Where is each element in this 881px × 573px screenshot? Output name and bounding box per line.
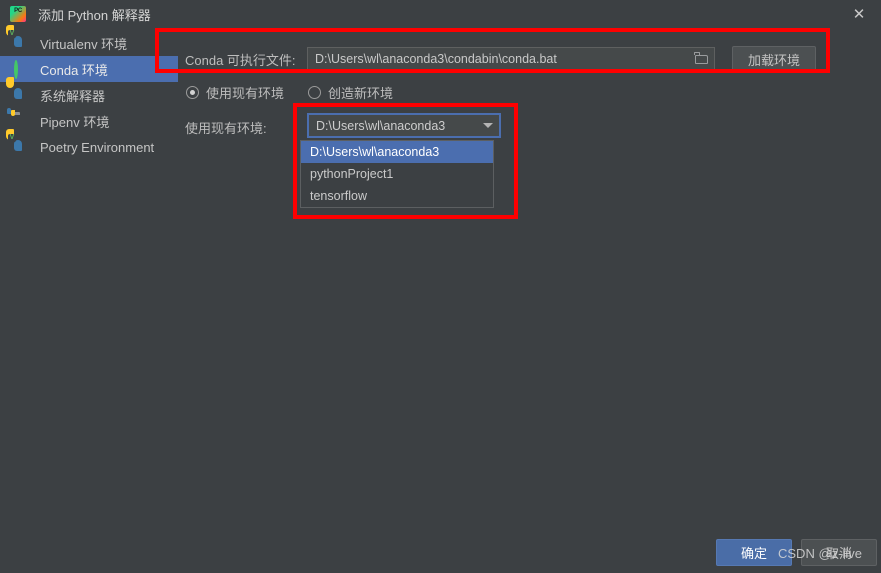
radio-label-new: 创造新环境 <box>328 86 394 101</box>
sidebar-item-label: Virtualenv 环境 <box>40 36 128 52</box>
list-item[interactable]: pythonProject1 <box>301 163 493 185</box>
sidebar-item-virtualenv[interactable]: V Virtualenv 环境 <box>0 24 178 56</box>
existing-environment-row: 使用现有环境: D:\Users\wl\anaconda3 <box>185 113 501 138</box>
python-poetry-icon: V <box>6 128 31 156</box>
cancel-button[interactable]: 取消 <box>801 539 877 566</box>
sidebar-item-poetry[interactable]: V Poetry Environment <box>0 128 178 160</box>
sidebar-item-label: Pipenv 环境 <box>40 114 110 130</box>
sidebar-item-conda[interactable]: Conda 环境 <box>0 56 178 82</box>
conda-executable-row: Conda 可执行文件: D:\Users\wl\anaconda3\conda… <box>185 46 816 72</box>
radio-create-new-environment[interactable]: 创造新环境 <box>308 83 393 102</box>
pycharm-icon <box>10 6 26 22</box>
conda-executable-label: Conda 可执行文件: <box>185 52 296 68</box>
existing-environment-dropdown-list[interactable]: D:\Users\wl\anaconda3 pythonProject1 ten… <box>300 140 494 208</box>
interpreter-type-sidebar: V Virtualenv 环境 Conda 环境 系统解释器 Pipenv 环境… <box>0 24 178 530</box>
radio-indicator-existing <box>186 86 199 99</box>
radio-use-existing-environment[interactable]: 使用现有环境 <box>186 83 284 102</box>
folder-open-icon[interactable] <box>688 48 714 70</box>
python-virtualenv-icon: V <box>6 24 31 52</box>
conda-executable-field[interactable]: D:\Users\wl\anaconda3\condabin\conda.bat <box>307 47 715 71</box>
chevron-down-icon[interactable] <box>477 123 499 128</box>
load-environment-button[interactable]: 加载环境 <box>732 46 816 72</box>
window-title: 添加 Python 解释器 <box>38 7 151 23</box>
conda-settings-panel: Conda 可执行文件: D:\Users\wl\anaconda3\conda… <box>178 28 881 533</box>
list-item[interactable]: tensorflow <box>301 185 493 207</box>
ok-button[interactable]: 确定 <box>716 539 792 566</box>
existing-environment-label: 使用现有环境: <box>185 121 267 136</box>
sidebar-item-label: Poetry Environment <box>40 139 155 155</box>
close-icon[interactable]: ✕ <box>837 0 881 28</box>
list-item[interactable]: D:\Users\wl\anaconda3 <box>301 141 493 163</box>
conda-executable-value: D:\Users\wl\anaconda3\condabin\conda.bat <box>315 52 557 66</box>
python-icon <box>6 76 31 104</box>
sidebar-item-pipenv[interactable]: Pipenv 环境 <box>0 107 178 134</box>
sidebar-item-label: 系统解释器 <box>40 88 106 104</box>
environment-mode-radio-group: 使用现有环境 创造新环境 <box>186 83 417 102</box>
radio-label-existing: 使用现有环境 <box>206 86 285 101</box>
existing-environment-combobox[interactable]: D:\Users\wl\anaconda3 <box>307 113 501 138</box>
conda-ring-icon <box>14 59 31 79</box>
dialog-footer: 确定 取消 <box>0 529 881 573</box>
folder-python-icon <box>7 107 31 130</box>
existing-environment-value: D:\Users\wl\anaconda3 <box>316 118 446 133</box>
sidebar-item-label: Conda 环境 <box>40 62 108 78</box>
radio-indicator-new <box>308 86 322 99</box>
title-bar: 添加 Python 解释器 ✕ <box>0 0 881 28</box>
sidebar-item-system-interpreter[interactable]: 系统解释器 <box>0 76 178 108</box>
